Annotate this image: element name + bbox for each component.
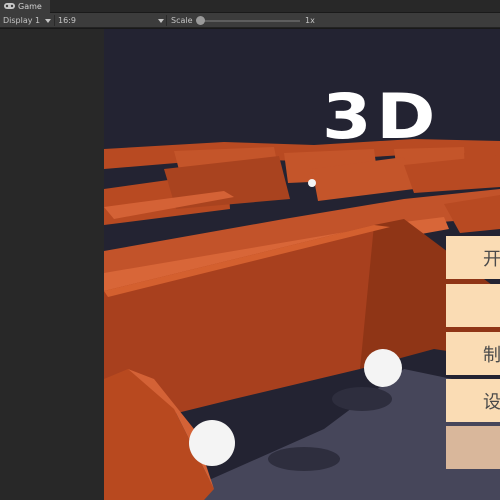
scale-slider-track[interactable] (200, 20, 300, 22)
display-dropdown[interactable]: Display 1 (3, 13, 52, 28)
menu-button-start[interactable]: 开 (446, 236, 500, 279)
game-title: 3D (322, 80, 441, 153)
scale-value: 1x (305, 16, 315, 25)
letterbox-left (0, 29, 104, 500)
gamepad-icon (4, 3, 15, 9)
ball (364, 349, 402, 387)
toolbar-divider (54, 15, 55, 26)
ball-shadow (268, 447, 340, 471)
game-view-tabbar: Game (0, 0, 500, 13)
scale-label: Scale (171, 16, 193, 25)
menu-button-label: 设 (483, 391, 500, 413)
toolbar-divider (166, 15, 167, 26)
ball (189, 420, 235, 466)
game-view-toolbar: Display 1 16:9 Scale 1x (0, 13, 500, 28)
game-tab[interactable]: Game (0, 0, 50, 13)
aspect-label: 16:9 (58, 16, 76, 25)
display-label: Display 1 (3, 16, 41, 25)
menu-button-label: 制 (483, 344, 500, 366)
ball-shadow (332, 387, 392, 411)
menu-button-3[interactable]: 制 (446, 332, 500, 375)
maze-scene (104, 139, 500, 500)
menu-button-label: 开 (483, 248, 500, 270)
menu-button-5[interactable] (446, 426, 500, 469)
game-tab-label: Game (18, 1, 42, 11)
chevron-down-icon (45, 18, 52, 23)
menu-button-2[interactable] (446, 284, 500, 327)
chevron-down-icon (158, 18, 164, 23)
ball (308, 179, 316, 187)
scale-slider-thumb[interactable] (196, 16, 205, 25)
menu-button-4[interactable]: 设 (446, 379, 500, 422)
game-viewport[interactable]: 3D (104, 29, 500, 500)
aspect-dropdown[interactable]: 16:9 (58, 13, 164, 28)
